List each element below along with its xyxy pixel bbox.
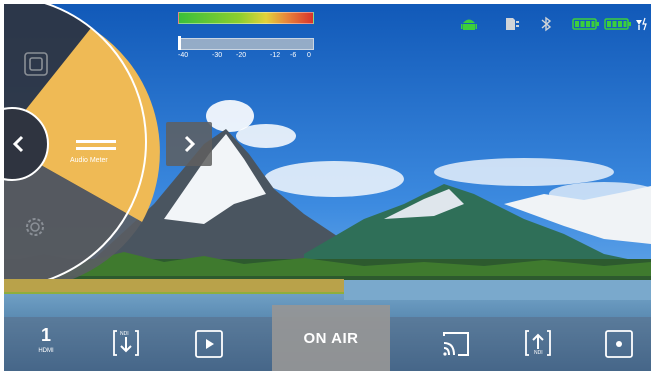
audio-level-marker: [178, 36, 181, 50]
audio-meter-menu-item[interactable]: [70, 131, 122, 171]
battery-icon: [604, 18, 631, 30]
android-icon: [461, 19, 477, 30]
meter-scale-label: -20: [236, 52, 247, 59]
play-icon: [195, 330, 223, 358]
audio-meter-label: Audio Meter: [70, 157, 108, 164]
input-type-label: HDMI: [38, 348, 54, 354]
ndi-in-label: NDI: [120, 331, 129, 337]
screen-icon[interactable]: [23, 51, 49, 77]
meter-scale-label: 0: [307, 52, 311, 59]
settings-icon[interactable]: [22, 214, 48, 240]
audio-level-bar: [178, 12, 314, 24]
battery-icon: [572, 18, 599, 30]
record-icon: [605, 330, 633, 358]
charging-icon: [636, 17, 647, 31]
play-button[interactable]: [194, 329, 224, 364]
audio-meter: -40 -30 -20 -12 -6 0: [178, 12, 314, 64]
camera-preview-screen: -40 -30 -20 -12 -6 0 Audio Meter 1 HDMI …: [4, 4, 651, 371]
meter-scale-label: -6: [290, 52, 297, 59]
expand-panel-button[interactable]: [166, 122, 212, 166]
chevron-left-icon: [12, 135, 24, 153]
sd-card-icon: [506, 18, 519, 30]
ndi-output-button[interactable]: NDI: [522, 327, 554, 364]
ndi-input-button[interactable]: NDI: [110, 327, 142, 364]
record-button[interactable]: [604, 329, 634, 364]
audio-meter-icon: [76, 140, 116, 150]
meter-scale-label: -12: [270, 52, 281, 59]
on-air-button[interactable]: ON AIR: [272, 305, 390, 371]
chevron-right-icon: [184, 135, 196, 153]
input-number: 1: [40, 325, 51, 345]
collapse-menu-button[interactable]: [7, 131, 31, 157]
cast-icon: [443, 332, 469, 356]
audio-level-bar-secondary: [178, 38, 314, 50]
cast-button[interactable]: [440, 329, 472, 364]
meter-scale-label: -40: [178, 52, 189, 59]
ndi-out-label: NDI: [534, 350, 543, 356]
input-source-button[interactable]: 1 HDMI: [24, 317, 68, 371]
bluetooth-icon: [541, 16, 552, 32]
meter-scale-label: -30: [212, 52, 223, 59]
